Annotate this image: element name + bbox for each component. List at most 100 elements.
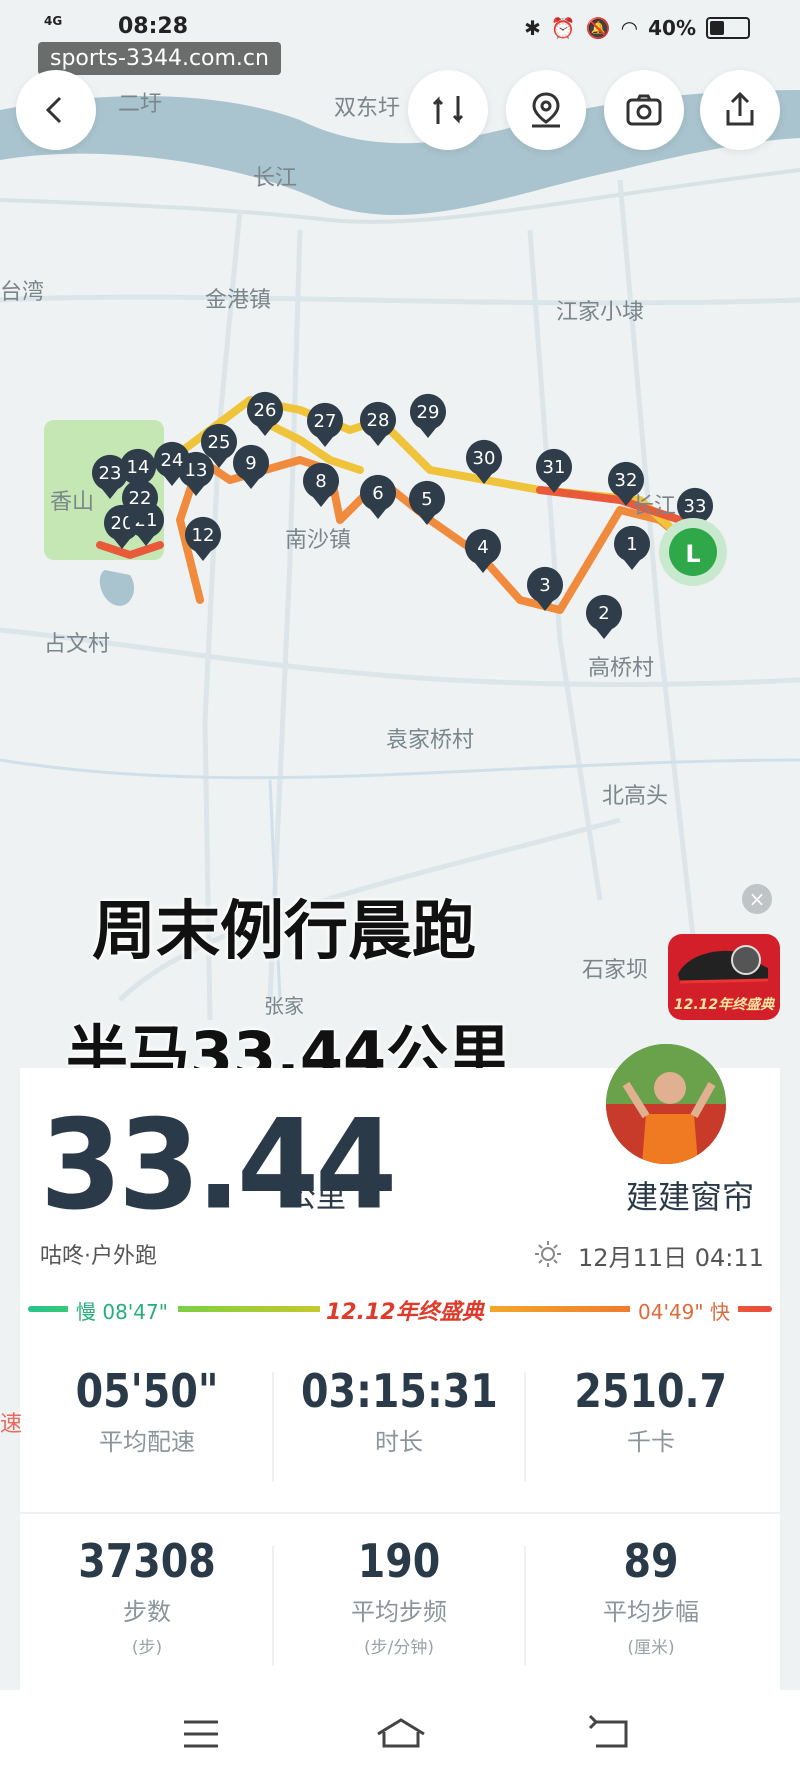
stat-stride: 89 平均步幅 (厘米) <box>526 1534 776 1658</box>
map-label-jiangjia: 江家小埭 <box>556 300 645 325</box>
divider <box>272 1372 274 1482</box>
km-marker-label: 4 <box>477 537 488 558</box>
km-marker-label: 26 <box>254 400 277 421</box>
stat-avg-pace: 05'50" 平均配速 <box>22 1364 272 1457</box>
network-indicator: 4G <box>44 14 63 28</box>
map-label-gaoqiao: 高桥村 <box>588 656 655 681</box>
battery-percent: 40% <box>648 16 696 40</box>
pace-slow-label: 慢 08'47" <box>68 1296 178 1325</box>
stat-duration: 03:15:31 时长 <box>274 1364 524 1457</box>
km-marker-label: 2 <box>598 603 609 624</box>
nav-menu-button[interactable] <box>176 1712 226 1756</box>
map-label-beigaotou: 北高头 <box>602 784 669 809</box>
side-label: 速 <box>0 1412 23 1437</box>
km-marker-label: 28 <box>367 410 390 431</box>
wifi-icon: ◠ <box>620 16 639 40</box>
avatar[interactable] <box>606 1044 726 1164</box>
battery-icon <box>706 17 750 39</box>
divider <box>524 1372 526 1482</box>
divider <box>524 1546 526 1666</box>
username: 建建窗帘 <box>626 1178 755 1216</box>
map-label-shijiaba: 石家坝 <box>582 958 649 983</box>
activity-type: 咕咚·户外跑 <box>40 1244 157 1269</box>
km-marker-label: 1 <box>626 534 637 555</box>
stat-value: 2510.7 <box>574 1364 728 1418</box>
promo-banner[interactable]: 12.12年终盛典 <box>668 934 780 1020</box>
stat-value: 89 <box>623 1534 679 1588</box>
stat-unit: (步) <box>131 1638 163 1658</box>
km-marker-label: 22 <box>129 488 152 509</box>
pace-fast-label: 04'49" 快 <box>630 1296 738 1325</box>
map-label-ervu: 二圩 <box>118 92 163 117</box>
stat-value: 03:15:31 <box>300 1364 498 1418</box>
menu-icon <box>184 1720 218 1748</box>
map-label-jingang: 金港镇 <box>205 288 272 313</box>
km-marker-label: 23 <box>99 463 122 484</box>
avatar-photo <box>606 1044 726 1164</box>
stat-label: 千卡 <box>627 1428 675 1456</box>
share-icon <box>726 91 754 126</box>
status-icons: ✱ ⏰ 🔕 ◠ 40% <box>524 16 750 40</box>
distance-unit: 公里 <box>286 1180 346 1215</box>
camera-icon <box>626 94 662 126</box>
stat-label: 时长 <box>375 1428 423 1456</box>
map-label-yuanjiaqiao: 袁家桥村 <box>386 728 475 753</box>
back-arrow-icon <box>45 96 62 124</box>
km-marker-label: 29 <box>417 402 440 423</box>
camera-button[interactable] <box>604 70 684 150</box>
stat-steps: 37308 步数 (步) <box>22 1534 272 1658</box>
headline-line1: 周末例行晨跑 <box>92 895 476 969</box>
sun-icon <box>535 1241 561 1267</box>
nav-home-button[interactable] <box>374 1712 425 1756</box>
map-label-taiwan: 台湾 <box>0 280 45 305</box>
stat-unit: (步/分钟) <box>364 1638 434 1658</box>
km-marker-label: 33 <box>684 496 707 517</box>
activity-datetime: 12月11日 04:11 <box>578 1244 764 1272</box>
bluetooth-icon: ✱ <box>524 16 541 40</box>
pace-promo-label: 12.12年终盛典 <box>320 1294 490 1326</box>
stat-label: 平均配速 <box>99 1428 195 1456</box>
location-button[interactable] <box>506 70 586 150</box>
alarm-icon: ⏰ <box>550 16 576 40</box>
watermark: sports-3344.com.cn <box>38 42 281 75</box>
km-marker-label: 12 <box>192 525 215 546</box>
km-marker-label: 30 <box>473 448 496 469</box>
finish-marker-label: L <box>685 540 700 568</box>
km-marker-label: 25 <box>208 432 231 453</box>
map-label-changjiang: 长江 <box>253 166 298 191</box>
km-marker-label: 14 <box>127 457 150 478</box>
home-icon <box>377 1718 425 1748</box>
map-label-nansha: 南沙镇 <box>285 528 352 553</box>
map-label-changjiang-2: 长江 <box>632 494 677 519</box>
stat-calories: 2510.7 千卡 <box>526 1364 776 1457</box>
km-marker-label: 6 <box>372 483 383 504</box>
location-pin-icon <box>532 92 560 128</box>
shoe-icon <box>678 945 769 984</box>
route-switch-icon <box>432 96 464 124</box>
stat-cadence: 190 平均步频 (步/分钟) <box>274 1534 524 1658</box>
promo-close-button[interactable]: × <box>742 884 772 914</box>
stat-value: 37308 <box>78 1534 216 1588</box>
stat-value: 190 <box>357 1534 441 1588</box>
back-nav-icon <box>588 1714 628 1748</box>
finish-marker[interactable]: L <box>659 518 727 586</box>
promo-label: 12.12年终盛典 <box>673 997 775 1013</box>
stat-label: 平均步幅 <box>603 1598 699 1626</box>
map-label-xiangshan: 香山 <box>50 490 95 515</box>
route-toggle-button[interactable] <box>408 70 488 150</box>
km-marker-label: 3 <box>539 575 550 596</box>
km-marker-label: 27 <box>314 411 337 432</box>
km-marker-label: 24 <box>161 450 184 471</box>
stat-label: 平均步频 <box>351 1598 447 1626</box>
divider <box>20 1512 780 1514</box>
stat-value: 05'50" <box>75 1364 219 1418</box>
divider <box>272 1546 274 1666</box>
stat-unit: (厘米) <box>627 1638 675 1658</box>
share-button[interactable] <box>700 70 780 150</box>
km-marker-label: 31 <box>543 457 566 478</box>
map-label-zhanwen: 占文村 <box>44 632 111 657</box>
back-button[interactable] <box>16 70 96 150</box>
mute-icon: 🔕 <box>585 16 611 40</box>
km-marker-label: 8 <box>315 471 326 492</box>
nav-back-button[interactable] <box>586 1712 636 1756</box>
